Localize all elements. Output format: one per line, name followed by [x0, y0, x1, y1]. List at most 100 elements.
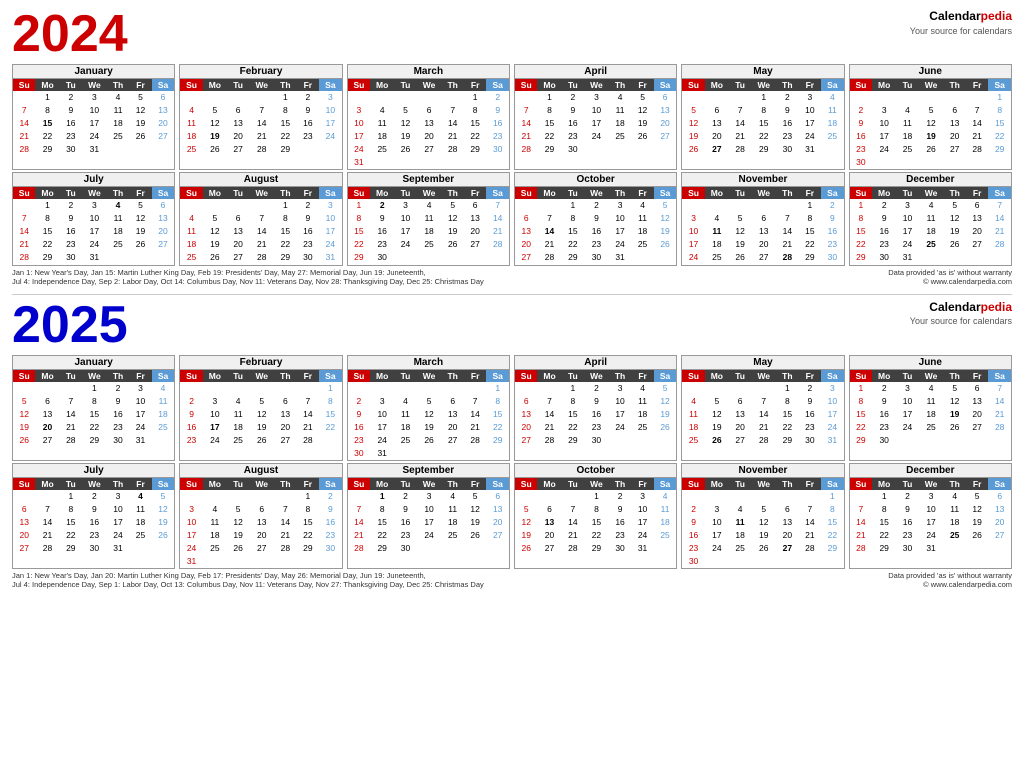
2024-notes-left: Jan 1: New Year's Day, Jan 15: Martin Lu… [12, 268, 484, 286]
month-title-may-2025: May [682, 356, 843, 370]
cal-feb-2024: SuMoTuWeThFrSa 123 45678910 111213141516… [180, 79, 341, 156]
month-title-jul-2025: July [13, 464, 174, 478]
month-jan-2024: January SuMoTuWeThFrSa 123456 7891011121… [12, 64, 175, 170]
cal-mar-2024: SuMoTuWeThFrSa 12 3456789 10111213141516… [348, 79, 509, 169]
2025-months-row2: July SuMoTuWeThFrSa 12345 6789101112 131… [12, 463, 1012, 569]
month-title-oct-2024: October [515, 173, 676, 187]
month-title-nov-2024: November [682, 173, 843, 187]
year-2025-section: 2025 Calendarpedia Your source for calen… [12, 299, 1012, 590]
year-2024-title: 2024 [12, 8, 128, 60]
month-mar-2025: March SuMoTuWeThFrSa 1 2345678 910111213… [347, 355, 510, 461]
2025-notes-left: Jan 1: New Year's Day, Jan 20: Martin Lu… [12, 571, 484, 589]
cal-may-2025: SuMoTuWeThFrSa 123 45678910 111213141516… [682, 370, 843, 447]
cal-jan-2024: SuMoTuWeThFrSa 123456 78910111213 141516… [13, 79, 174, 156]
cal-feb-2025: SuMoTuWeThFrSa 1 2345678 9101112131415 1… [180, 370, 341, 447]
cal-apr-2024: SuMoTuWeThFrSa 123456 78910111213 141516… [515, 79, 676, 156]
cal-nov-2024: SuMoTuWeThFrSa 12 3456789 10111213141516… [682, 187, 843, 264]
cal-oct-2025: SuMoTuWeThFrSa 1234 567891011 1213141516… [515, 478, 676, 555]
month-sep-2024: September SuMoTuWeThFrSa 1234567 8910111… [347, 172, 510, 265]
2024-notes-line2: Jul 4: Independence Day, Sep 2: Labor Da… [12, 277, 484, 286]
month-apr-2024: April SuMoTuWeThFrSa 123456 78910111213 … [514, 64, 677, 170]
cal-aug-2024: SuMoTuWeThFrSa 123 45678910 111213141516… [180, 187, 341, 264]
cal-jul-2025: SuMoTuWeThFrSa 12345 6789101112 13141516… [13, 478, 174, 555]
2025-notes: Jan 1: New Year's Day, Jan 20: Martin Lu… [12, 571, 1012, 589]
month-title-jun-2025: June [850, 356, 1011, 370]
brand-tagline: Your source for calendars [910, 25, 1012, 38]
month-title-jun-2024: June [850, 65, 1011, 79]
month-title-dec-2025: December [850, 464, 1011, 478]
month-title-nov-2025: November [682, 464, 843, 478]
month-dec-2024: December SuMoTuWeThFrSa 1234567 89101112… [849, 172, 1012, 265]
month-mar-2024: March SuMoTuWeThFrSa 12 3456789 10111213… [347, 64, 510, 170]
year-2025-header: 2025 Calendarpedia Your source for calen… [12, 299, 1012, 351]
brand-logo-2024: Calendarpedia Your source for calendars [910, 8, 1012, 37]
month-title-aug-2024: August [180, 173, 341, 187]
cal-apr-2025: SuMoTuWeThFrSa 12345 6789101112 13141516… [515, 370, 676, 447]
month-oct-2025: October SuMoTuWeThFrSa 1234 567891011 12… [514, 463, 677, 569]
month-dec-2025: December SuMoTuWeThFrSa 123456 789101112… [849, 463, 1012, 569]
month-oct-2024: October SuMoTuWeThFrSa 12345 6789101112 … [514, 172, 677, 265]
cal-sep-2025: SuMoTuWeThFrSa 123456 78910111213 141516… [348, 478, 509, 555]
cal-dec-2024: SuMoTuWeThFrSa 1234567 891011121314 1516… [850, 187, 1011, 264]
month-may-2024: May SuMoTuWeThFrSa 1234 567891011 121314… [681, 64, 844, 170]
month-title-mar-2024: March [348, 65, 509, 79]
2024-notes-right: Data provided 'as is' without warranty ©… [888, 268, 1012, 286]
cal-oct-2024: SuMoTuWeThFrSa 12345 6789101112 13141516… [515, 187, 676, 264]
month-title-feb-2024: February [180, 65, 341, 79]
month-title-jan-2024: January [13, 65, 174, 79]
cal-mar-2025: SuMoTuWeThFrSa 1 2345678 9101112131415 1… [348, 370, 509, 460]
brand-pedia: pedia [981, 9, 1012, 23]
cal-nov-2025: SuMoTuWeThFrSa 1 2345678 9101112131415 1… [682, 478, 843, 568]
month-title-apr-2024: April [515, 65, 676, 79]
2024-months-row1: January SuMoTuWeThFrSa 123456 7891011121… [12, 64, 1012, 170]
cal-dec-2025: SuMoTuWeThFrSa 123456 78910111213 141516… [850, 478, 1011, 555]
month-title-apr-2025: April [515, 356, 676, 370]
2025-months-row1: January SuMoTuWeThFrSa 1234 567891011 12… [12, 355, 1012, 461]
month-jul-2025: July SuMoTuWeThFrSa 12345 6789101112 131… [12, 463, 175, 569]
month-nov-2025: November SuMoTuWeThFrSa 1 2345678 910111… [681, 463, 844, 569]
year-2024-section: 2024 Calendarpedia Your source for calen… [12, 8, 1012, 286]
brand-name: Calendar [929, 9, 980, 23]
month-aug-2024: August SuMoTuWeThFrSa 123 45678910 11121… [179, 172, 342, 265]
2024-notes: Jan 1: New Year's Day, Jan 15: Martin Lu… [12, 268, 1012, 286]
2025-notes-line1: Jan 1: New Year's Day, Jan 20: Martin Lu… [12, 571, 484, 580]
brand-name-2025: Calendar [929, 300, 980, 314]
month-feb-2024: February SuMoTuWeThFrSa 123 45678910 111… [179, 64, 342, 170]
month-title-jul-2024: July [13, 173, 174, 187]
month-apr-2025: April SuMoTuWeThFrSa 12345 6789101112 13… [514, 355, 677, 461]
month-jul-2024: July SuMoTuWeThFrSa 123456 78910111213 1… [12, 172, 175, 265]
month-title-oct-2025: October [515, 464, 676, 478]
month-sep-2025: September SuMoTuWeThFrSa 123456 78910111… [347, 463, 510, 569]
month-title-dec-2024: December [850, 173, 1011, 187]
month-jun-2024: June SuMoTuWeThFrSa 1 2345678 9101112131… [849, 64, 1012, 170]
2025-notes-right: Data provided 'as is' without warranty ©… [888, 571, 1012, 589]
cal-aug-2025: SuMoTuWeThFrSa 12 3456789 10111213141516… [180, 478, 341, 568]
month-may-2025: May SuMoTuWeThFrSa 123 45678910 11121314… [681, 355, 844, 461]
month-aug-2025: August SuMoTuWeThFrSa 12 3456789 1011121… [179, 463, 342, 569]
cal-jun-2024: SuMoTuWeThFrSa 1 2345678 9101112131415 1… [850, 79, 1011, 169]
month-title-may-2024: May [682, 65, 843, 79]
cal-jul-2024: SuMoTuWeThFrSa 123456 78910111213 141516… [13, 187, 174, 264]
month-jun-2025: June SuMoTuWeThFrSa 1234567 891011121314… [849, 355, 1012, 461]
year-divider [12, 294, 1012, 295]
2024-notes-line1: Jan 1: New Year's Day, Jan 15: Martin Lu… [12, 268, 484, 277]
month-title-mar-2025: March [348, 356, 509, 370]
month-jan-2025: January SuMoTuWeThFrSa 1234 567891011 12… [12, 355, 175, 461]
2025-notes-line2: Jul 4: Independence Day, Sep 1: Labor Da… [12, 580, 484, 589]
month-title-sep-2025: September [348, 464, 509, 478]
year-2024-header: 2024 Calendarpedia Your source for calen… [12, 8, 1012, 60]
brand-tagline-2025: Your source for calendars [910, 315, 1012, 328]
cal-sep-2024: SuMoTuWeThFrSa 1234567 891011121314 1516… [348, 187, 509, 264]
month-title-sep-2024: September [348, 173, 509, 187]
month-title-feb-2025: February [180, 356, 341, 370]
cal-jun-2025: SuMoTuWeThFrSa 1234567 891011121314 1516… [850, 370, 1011, 447]
brand-logo-2025: Calendarpedia Your source for calendars [910, 299, 1012, 328]
month-feb-2025: February SuMoTuWeThFrSa 1 2345678 910111… [179, 355, 342, 461]
2024-months-row2: July SuMoTuWeThFrSa 123456 78910111213 1… [12, 172, 1012, 265]
month-title-aug-2025: August [180, 464, 341, 478]
month-nov-2024: November SuMoTuWeThFrSa 12 3456789 10111… [681, 172, 844, 265]
cal-may-2024: SuMoTuWeThFrSa 1234 567891011 1213141516… [682, 79, 843, 156]
cal-jan-2025: SuMoTuWeThFrSa 1234 567891011 1213141516… [13, 370, 174, 447]
brand-pedia-2025: pedia [981, 300, 1012, 314]
month-title-jan-2025: January [13, 356, 174, 370]
